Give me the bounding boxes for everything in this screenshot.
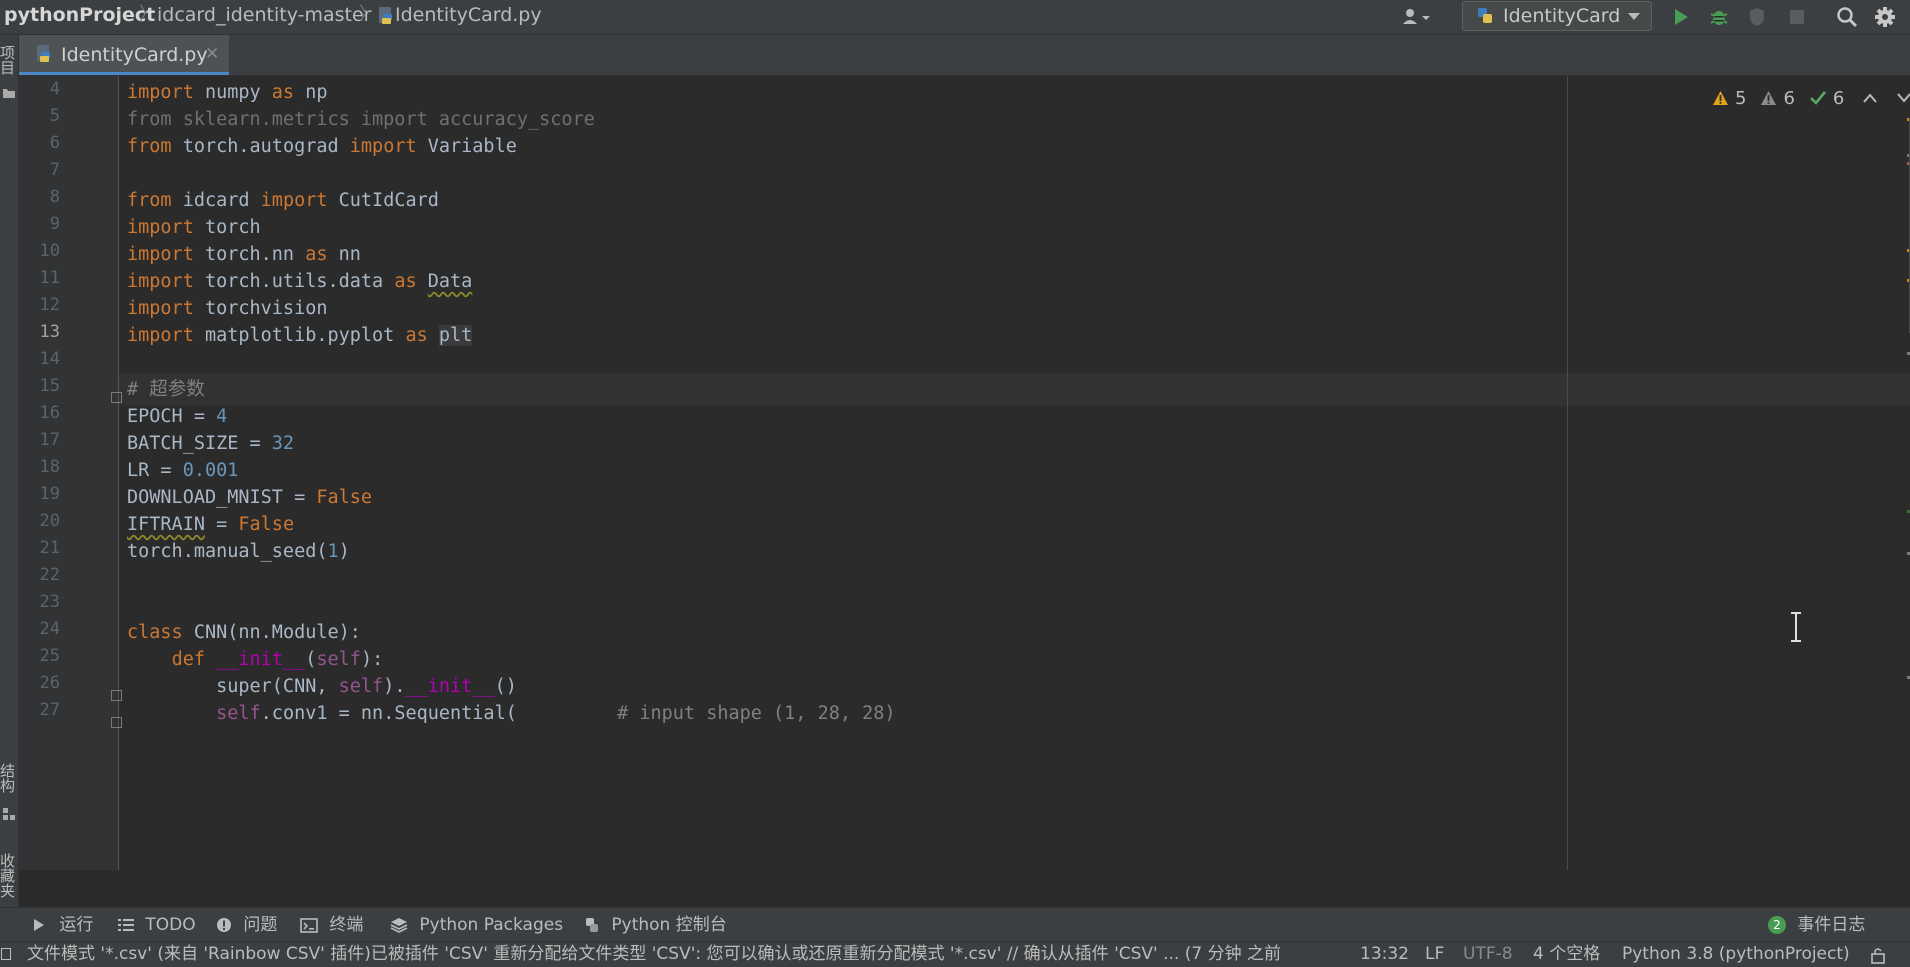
breadcrumb-file-label: IdentityCard.py xyxy=(395,4,542,26)
python-file-icon xyxy=(379,6,392,24)
shield-icon xyxy=(1750,8,1764,26)
favorites-tool-window-button[interactable]: 收藏夹 xyxy=(0,853,18,898)
fold-marker[interactable] xyxy=(111,690,122,701)
chevron-down-icon xyxy=(1628,13,1640,20)
file-encoding[interactable]: UTF-8 xyxy=(1463,942,1513,967)
indent-setting[interactable]: 4 个空格 xyxy=(1533,942,1600,967)
inspection-widget[interactable]: 5 6 6 xyxy=(1712,86,1910,110)
todo-label: TODO xyxy=(145,915,196,935)
gutter-separator xyxy=(118,76,119,870)
terminal-tool-window-button[interactable]: 终端 xyxy=(300,908,363,942)
status-message[interactable]: 文件模式 '*.csv' (来自 'Rainbow CSV' 插件)已被插件 '… xyxy=(27,942,1317,967)
fold-marker[interactable] xyxy=(111,717,122,728)
navigation-bar: pythonProject 〉 idcard_identity-master 〉… xyxy=(0,0,1910,35)
python-file-icon xyxy=(37,45,50,62)
warnings-count: 5 xyxy=(1735,87,1747,109)
typos-count: 6 xyxy=(1832,87,1845,109)
run-button[interactable] xyxy=(1666,3,1696,31)
close-icon[interactable]: ✕ xyxy=(205,35,219,73)
toggle-tool-windows-icon[interactable] xyxy=(1,948,11,960)
search-icon xyxy=(1837,7,1857,27)
python-icon xyxy=(586,918,598,932)
breadcrumb-separator: 〉 xyxy=(359,4,377,25)
code-line: from torch.autograd import Variable xyxy=(127,136,517,157)
code-editor[interactable]: 4 5 6 7 8 9 10 11 12 13 14 15 16 17 18 19 20 21 22 23 24 25 26… xyxy=(19,76,1910,870)
breadcrumb-project[interactable]: pythonProject xyxy=(4,0,155,34)
list-icon xyxy=(118,919,134,931)
line-separator[interactable]: LF xyxy=(1425,942,1444,967)
python-icon xyxy=(1478,8,1492,23)
right-margin-guide xyxy=(1567,76,1568,870)
fold-marker[interactable] xyxy=(111,392,122,403)
python-packages-label: Python Packages xyxy=(419,915,564,935)
left-tool-strip: 项目 结构 收藏夹 xyxy=(0,35,19,922)
breadcrumb-file[interactable]: IdentityCard.py xyxy=(377,0,542,34)
python-console-tool-window-button[interactable]: Python 控制台 xyxy=(584,908,727,942)
breadcrumb-folder[interactable]: idcard_identity-master xyxy=(157,0,371,34)
caret-position[interactable]: 13:32 xyxy=(1360,942,1409,967)
layers-icon xyxy=(390,918,408,933)
todo-tool-window-button[interactable]: TODO xyxy=(118,908,196,942)
editor-tab-bar: IdentityCard.py ✕ xyxy=(19,35,1910,76)
bug-icon xyxy=(1710,11,1728,25)
line-number[interactable]: 27 xyxy=(19,694,60,727)
python-packages-tool-window-button[interactable]: Python Packages xyxy=(390,908,563,942)
python-console-label: Python 控制台 xyxy=(611,915,727,935)
typo-check-icon xyxy=(1809,91,1826,105)
code-line: torch.manual_seed(1) xyxy=(127,541,350,562)
play-icon xyxy=(1675,9,1688,25)
event-log-label: 事件日志 xyxy=(1797,915,1866,935)
breadcrumb-separator: 〉 xyxy=(139,4,157,25)
chevron-down-icon[interactable] xyxy=(1896,93,1910,103)
warning-icon xyxy=(1713,91,1728,105)
current-line-highlight xyxy=(119,373,1910,406)
gear-icon xyxy=(1875,7,1895,27)
weak-warning-icon xyxy=(1761,91,1777,105)
line-number-gutter[interactable]: 4 5 6 7 8 9 10 11 12 13 14 15 16 17 18 19 20 21 22 23 24 25 26… xyxy=(19,76,119,870)
tab-identitycard-py[interactable]: IdentityCard.py ✕ xyxy=(19,35,229,75)
problems-tool-window-button[interactable]: 问题 xyxy=(216,908,277,942)
user-icon xyxy=(1403,9,1430,24)
text-cursor-icon xyxy=(1791,612,1801,642)
run-tool-window-button[interactable]: 运行 xyxy=(32,908,93,942)
debug-button[interactable] xyxy=(1704,3,1734,31)
python-interpreter[interactable]: Python 3.8 (pythonProject) xyxy=(1622,942,1850,967)
structure-tool-window-button[interactable]: 结构 xyxy=(0,763,18,793)
problems-label: 问题 xyxy=(243,915,278,935)
code-line: self.conv1 = nn.Sequential( # input shap… xyxy=(216,703,896,724)
info-icon xyxy=(217,918,231,932)
settings-button[interactable] xyxy=(1870,3,1900,31)
stop-button[interactable] xyxy=(1782,3,1812,31)
lock-icon[interactable] xyxy=(1870,946,1886,964)
status-bar: 文件模式 '*.csv' (来自 'Rainbow CSV' 插件)已被插件 '… xyxy=(0,941,1910,967)
coverage-button[interactable] xyxy=(1742,3,1772,31)
structure-icon xyxy=(3,808,15,820)
tab-label: IdentityCard.py xyxy=(61,44,208,66)
run-configuration-name: IdentityCard xyxy=(1503,5,1621,27)
folder-icon xyxy=(3,89,15,98)
run-configuration-select[interactable]: IdentityCard xyxy=(1462,1,1652,31)
play-icon xyxy=(34,919,44,931)
code-line: import matplotlib.pyplot as plt xyxy=(127,325,473,346)
terminal-label: 终端 xyxy=(329,915,364,935)
event-log-tool-window-button[interactable]: 2 事件日志 xyxy=(1768,908,1865,942)
chevron-up-icon[interactable] xyxy=(1862,93,1878,103)
user-menu-button[interactable] xyxy=(1398,3,1438,31)
tool-window-bar: 运行 TODO 问题 终端 Python Packages Python 控制台… xyxy=(0,907,1910,942)
search-button[interactable] xyxy=(1832,3,1862,31)
project-tool-window-button[interactable]: 项目 xyxy=(0,45,18,75)
event-count-badge: 2 xyxy=(1768,916,1786,934)
weak-warnings-count: 6 xyxy=(1783,87,1795,109)
run-label: 运行 xyxy=(59,915,94,935)
stop-icon xyxy=(1790,10,1804,24)
terminal-icon xyxy=(300,917,318,933)
